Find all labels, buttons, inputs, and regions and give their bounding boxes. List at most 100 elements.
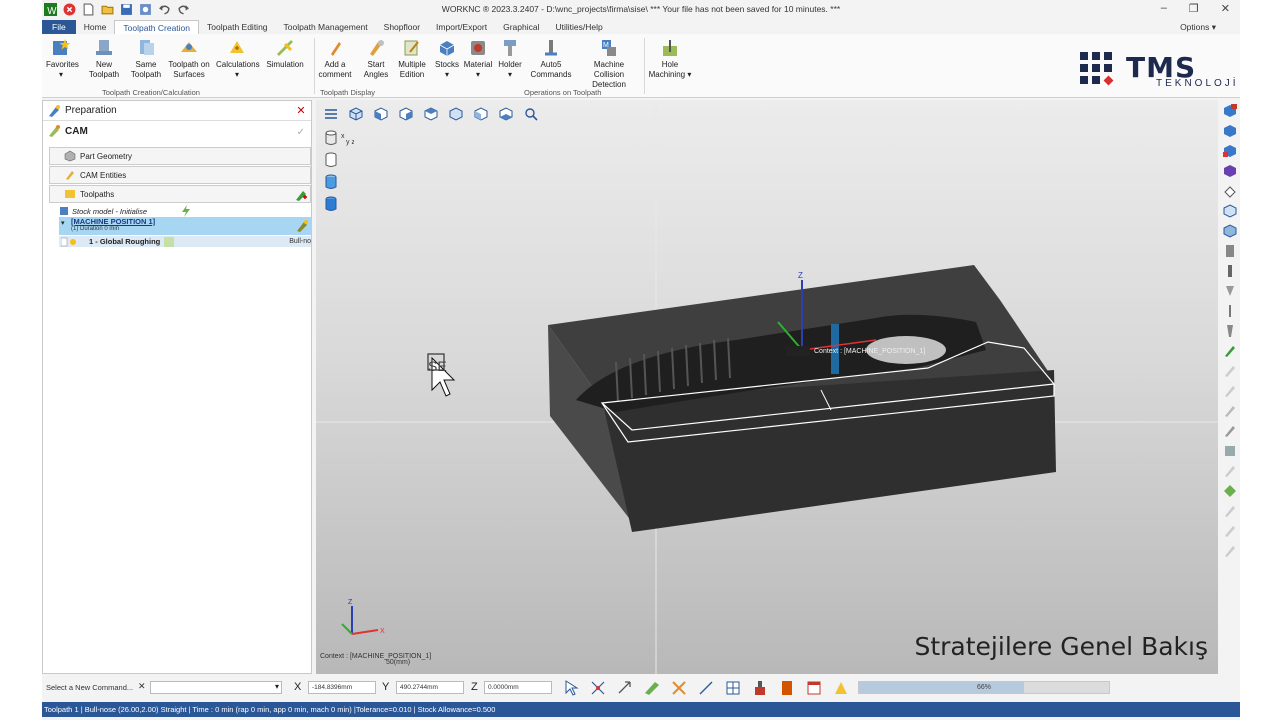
collapse-icon[interactable]: ▾ [61, 219, 65, 227]
multiple-edition-button[interactable]: Multiple Edition [396, 38, 428, 80]
triad-x-label: X [380, 628, 385, 635]
faded-tool-icon-6[interactable] [1223, 524, 1237, 538]
calculations-button[interactable]: Calculations ▾ [216, 38, 260, 80]
holder-label: Holder [498, 60, 522, 69]
close-panel-icon[interactable]: ✕ [295, 105, 307, 117]
same-toolpath-button[interactable]: Same Toolpath [130, 38, 162, 80]
faded-tool-icon-1[interactable] [1223, 364, 1237, 378]
tool-label: Bull-no [289, 238, 311, 245]
window-controls: – ❐ ✕ [1161, 2, 1230, 15]
close-icon[interactable]: ✕ [1221, 2, 1230, 15]
calculate-icon[interactable] [832, 679, 850, 697]
line-snap-icon[interactable] [697, 679, 715, 697]
material-button[interactable]: Material ▾ [462, 38, 494, 80]
orange-snap-icon[interactable] [670, 679, 688, 697]
start-angles-button[interactable]: Start Angles [362, 38, 390, 80]
calendar-snap-icon[interactable] [805, 679, 823, 697]
stock-model-row[interactable]: Stock model - Initialise [59, 205, 192, 217]
hole-machining-button[interactable]: Hole Machining ▾ [646, 38, 694, 80]
mold-model[interactable]: Z Context : [MACHINE_POSITION_1] Z X [316, 100, 1218, 674]
tool-snap-icon[interactable] [778, 679, 796, 697]
tree-item-part-geometry[interactable]: Part Geometry [49, 147, 311, 165]
cube-purple-icon[interactable] [1223, 164, 1237, 178]
mill-icon[interactable] [1223, 324, 1237, 338]
progress-text: 66% [976, 684, 991, 691]
new-toolpath-button[interactable]: New Toolpath [88, 38, 120, 80]
scale-label: 50(mm) [386, 659, 411, 666]
x-coordinate-field[interactable]: -184.8396mm [308, 681, 376, 694]
cam-icon [49, 125, 60, 137]
command-input[interactable]: ▾ [150, 681, 282, 694]
ribbon-separator [314, 38, 315, 94]
options-menu[interactable]: Options ▾ [1180, 20, 1216, 34]
tree-item-cam-entities[interactable]: CAM Entities [49, 166, 311, 184]
faded-tool-icon-5[interactable] [1223, 504, 1237, 518]
menu-import-export[interactable]: Import/Export [428, 20, 495, 34]
gray-tool-icon[interactable] [1223, 424, 1237, 438]
stocks-button[interactable]: Stocks ▾ [434, 38, 460, 80]
menu-file[interactable]: File [42, 20, 76, 34]
menu-utilities-help[interactable]: Utilities/Help [547, 20, 610, 34]
cube-multicolor-icon[interactable] [1223, 144, 1237, 158]
drill-icon[interactable] [1223, 304, 1237, 318]
menu-toolpath-editing[interactable]: Toolpath Editing [199, 20, 276, 34]
clear-command-icon[interactable]: ✕ [138, 681, 146, 692]
faded-tool-icon-7[interactable] [1223, 544, 1237, 558]
tree-icon[interactable] [1223, 444, 1237, 458]
restore-icon[interactable]: ❐ [1189, 2, 1199, 15]
comment-icon [331, 42, 341, 56]
layer-icon[interactable] [1223, 184, 1237, 198]
calculations-icon [230, 41, 244, 53]
favorites-button[interactable]: Favorites ▾ [46, 38, 79, 80]
part-geometry-icon [64, 150, 76, 162]
holder-button[interactable]: Holder ▾ [498, 38, 522, 80]
green-tool-icon[interactable] [1223, 344, 1237, 358]
menu-toolpath-management[interactable]: Toolpath Management [276, 20, 376, 34]
faded-tool-icon-4[interactable] [1223, 464, 1237, 478]
toolpath-on-surfaces-button[interactable]: Toolpath on Surfaces [166, 38, 212, 80]
tree-item-toolpaths[interactable]: Toolpaths [49, 185, 311, 203]
stocks-label: Stocks [434, 60, 459, 69]
auto5-commands-button[interactable]: Auto5 Commands [528, 38, 574, 80]
auto5-label-1: Auto5 [540, 60, 562, 69]
faded-tool-icon-2[interactable] [1223, 384, 1237, 398]
cube-color-icon[interactable] [1223, 104, 1237, 118]
material-label: Material [463, 60, 493, 69]
green-snap-icon[interactable] [643, 679, 661, 697]
stocks-dropdown: ▾ [444, 70, 449, 79]
toolpath-row[interactable]: 1 - Global Roughing Bull-no [59, 236, 311, 247]
menu-graphical[interactable]: Graphical [495, 20, 547, 34]
z-label: Z [471, 681, 478, 693]
add-comment-button[interactable]: Add a comment [318, 38, 352, 80]
tms-logo-mark [1080, 52, 1114, 86]
add-comment-label-2: comment [318, 70, 352, 79]
machine-position-row[interactable]: [MACHINE POSITION 1] (1) Duration 0 min … [59, 217, 311, 235]
menu-home[interactable]: Home [76, 20, 115, 34]
tool-icon[interactable] [1223, 284, 1237, 298]
spindle-icon[interactable] [1223, 264, 1237, 278]
simulation-button[interactable]: Simulation [264, 38, 306, 70]
arrow-snap-icon[interactable] [616, 679, 634, 697]
y-coordinate-field[interactable]: 490.2744mm [396, 681, 464, 694]
cube-outline-icon[interactable] [1223, 204, 1237, 218]
machine-icon[interactable] [1223, 244, 1237, 258]
grid-snap-icon[interactable] [724, 679, 742, 697]
faded-tool-icon-3[interactable] [1223, 404, 1237, 418]
status-bar: Toolpath 1 | Bull-nose (26.00,2.00) Stra… [42, 702, 1240, 717]
menu-shopfloor[interactable]: Shopfloor [376, 20, 428, 34]
green-diamond-icon[interactable] [1223, 484, 1237, 498]
machine-collision-button[interactable]: M Machine Collision Detection [578, 38, 640, 90]
minimize-icon[interactable]: – [1161, 2, 1167, 15]
machine-snap-icon[interactable] [751, 679, 769, 697]
point-snap-icon[interactable] [589, 679, 607, 697]
hole-machining-label-2: Machining ▾ [648, 70, 692, 79]
cube-blue-icon[interactable] [1223, 124, 1237, 138]
machine-position-icon [297, 220, 308, 232]
menu-toolpath-creation[interactable]: Toolpath Creation [114, 20, 200, 34]
z-coordinate-field[interactable]: 0.0000mm [484, 681, 552, 694]
cube-stack-icon[interactable] [1223, 224, 1237, 238]
add-toolpath-icon[interactable] [294, 188, 308, 202]
cursor-snap-icon[interactable] [562, 679, 580, 697]
x-label: X [294, 681, 302, 693]
3d-viewport[interactable]: xy z Z Context: [MACHINE_POSITION_1] Z … [316, 100, 1218, 674]
